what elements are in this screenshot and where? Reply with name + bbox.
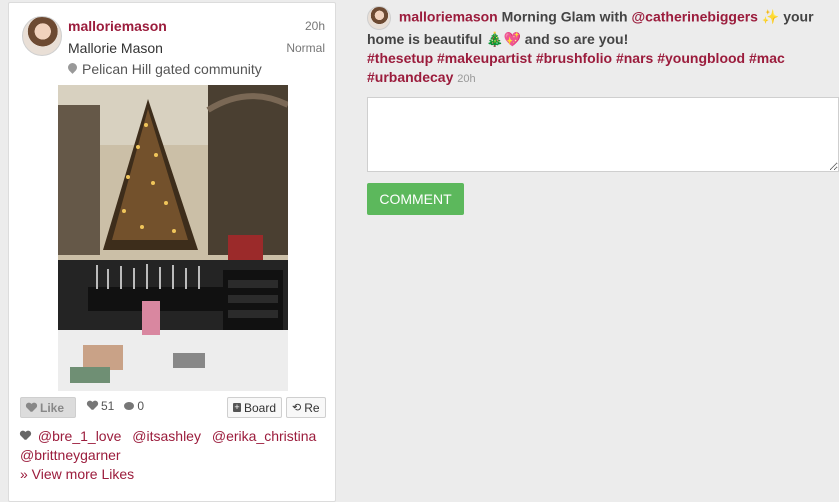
sparkles-icon: ✨ <box>761 8 780 25</box>
hashtag[interactable]: #mac <box>749 50 785 66</box>
hashtag[interactable]: #brushfolio <box>536 50 612 66</box>
post-photo[interactable] <box>58 85 288 391</box>
comment-input[interactable] <box>367 97 839 172</box>
comment-icon <box>124 402 135 410</box>
board-button[interactable]: + Board <box>227 397 282 418</box>
heart-icon <box>87 401 98 411</box>
caption-time: 20h <box>457 73 476 85</box>
hashtag[interactable]: #nars <box>616 50 653 66</box>
repost-button[interactable]: ⟲ Re <box>286 397 326 418</box>
post-filter: Normal <box>286 41 325 55</box>
location-label: Pelican Hill gated community <box>82 61 262 77</box>
caption-avatar[interactable] <box>367 6 391 30</box>
post-location[interactable]: Pelican Hill gated community <box>68 61 262 77</box>
hashtag[interactable]: #youngblood <box>657 50 745 66</box>
liker-link[interactable]: @bre_1_love <box>38 428 122 444</box>
hashtag[interactable]: #makeupartist <box>437 50 532 66</box>
post-card: malloriemason Mallorie Mason 20h Normal … <box>8 2 336 502</box>
board-button-label: Board <box>243 400 276 415</box>
liker-link[interactable]: @brittneygarner <box>20 447 121 463</box>
hashtag[interactable]: #urbandecay <box>367 69 453 85</box>
caption-username[interactable]: malloriemason <box>399 9 498 25</box>
like-button[interactable]: Like <box>20 397 76 418</box>
christmas-heart-icons: 🎄💖 <box>486 31 521 47</box>
like-count-value: 51 <box>101 399 115 413</box>
post-caption: malloriemason Morning Glam with @catheri… <box>367 6 832 89</box>
photo-scene-graphic <box>58 85 288 391</box>
comment-button[interactable]: COMMENT <box>367 183 464 215</box>
likers-list: @bre_1_love @itsashley @erika_christina … <box>20 427 330 465</box>
view-more-likes-link[interactable]: » View more Likes <box>20 466 134 482</box>
heart-icon <box>20 431 31 441</box>
caption-text-1: Morning Glam with <box>501 8 628 25</box>
location-pin-icon <box>68 63 77 75</box>
repost-button-label: Re <box>304 400 320 415</box>
avatar[interactable] <box>22 16 62 56</box>
post-full-name: Mallorie Mason <box>68 40 163 56</box>
like-button-label: Like <box>40 400 65 415</box>
caption-mention[interactable]: @catherinebiggers <box>632 9 758 25</box>
comment-count: 0 <box>124 399 144 413</box>
comment-count-value: 0 <box>137 399 145 413</box>
post-stats: 51 0 <box>87 399 144 413</box>
post-username[interactable]: malloriemason <box>68 18 167 34</box>
post-time: 20h <box>304 19 325 33</box>
heart-icon <box>26 403 37 413</box>
liker-link[interactable]: @itsashley <box>132 428 201 444</box>
repost-icon: ⟲ <box>292 402 302 414</box>
plus-box-icon: + <box>233 402 241 412</box>
hashtag[interactable]: #thesetup <box>367 50 433 66</box>
like-count: 51 <box>87 399 114 413</box>
caption-text-3: and so are you! <box>524 31 629 47</box>
liker-link[interactable]: @erika_christina <box>212 428 316 444</box>
